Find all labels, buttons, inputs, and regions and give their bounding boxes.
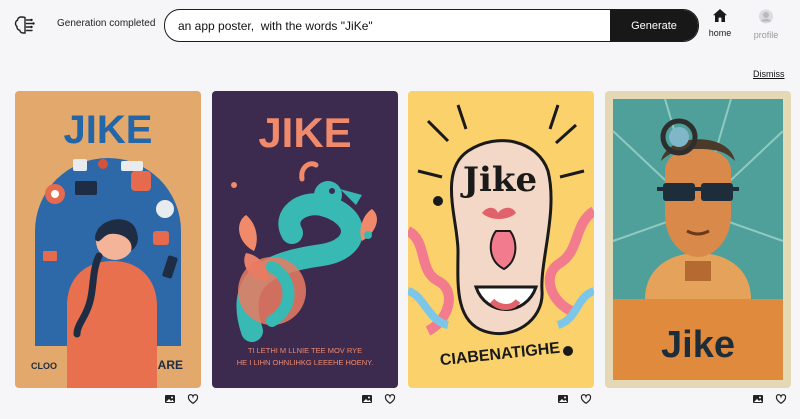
- card-3-actions: [550, 392, 592, 406]
- generated-image-1[interactable]: JIKE CLOO ARE: [15, 91, 201, 388]
- svg-text:JIKE: JIKE: [64, 108, 153, 152]
- nav-profile-label: profile: [753, 30, 779, 40]
- generation-status: Generation completed: [57, 18, 156, 29]
- generated-image-4[interactable]: Jike: [605, 91, 791, 388]
- heart-icon[interactable]: [187, 393, 199, 405]
- heart-icon[interactable]: [384, 393, 396, 405]
- poster-illustration-3: Jike CIABENATIGHE: [408, 91, 594, 388]
- home-icon: [713, 9, 727, 22]
- svg-text:Jike: Jike: [661, 324, 735, 366]
- avatar-icon: [759, 9, 773, 24]
- nav-profile[interactable]: profile: [746, 9, 786, 40]
- image-icon[interactable]: [361, 393, 373, 405]
- image-icon[interactable]: [752, 393, 764, 405]
- svg-text:JIKE: JIKE: [258, 109, 351, 156]
- svg-text:HE I LIHN OHNLIHKG LEEEHE HOEN: HE I LIHN OHNLIHKG LEEEHE HOENY.: [237, 358, 374, 367]
- generate-button[interactable]: Generate: [610, 10, 698, 41]
- brain-logo-icon[interactable]: [14, 13, 38, 37]
- image-icon[interactable]: [557, 393, 569, 405]
- svg-text:CLOO: CLOO: [31, 361, 57, 371]
- poster-illustration-2: JIKE TI LETHI M LLNIE TEE MOV RYE HE I L…: [212, 91, 398, 388]
- heart-icon[interactable]: [775, 393, 787, 405]
- heart-icon[interactable]: [580, 393, 592, 405]
- svg-text:TI LETHI M LLNIE TEE MOV RYE: TI LETHI M LLNIE TEE MOV RYE: [248, 346, 362, 355]
- top-bar: Generation completed Generate home profi…: [0, 0, 800, 52]
- generated-image-2[interactable]: JIKE TI LETHI M LLNIE TEE MOV RYE HE I L…: [212, 91, 398, 388]
- prompt-bar: Generate: [164, 9, 699, 42]
- prompt-input[interactable]: [165, 10, 595, 41]
- poster-illustration-4: Jike: [605, 91, 791, 388]
- image-icon[interactable]: [164, 393, 176, 405]
- generated-image-3[interactable]: Jike CIABENATIGHE: [408, 91, 594, 388]
- nav-home[interactable]: home: [700, 9, 740, 38]
- card-4-actions: [745, 392, 787, 406]
- card-2-actions: [354, 392, 396, 406]
- dismiss-link[interactable]: Dismiss: [753, 69, 785, 79]
- nav-home-label: home: [708, 28, 732, 38]
- svg-text:ARE: ARE: [158, 358, 183, 372]
- card-1-actions: [157, 392, 199, 406]
- poster-illustration-1: JIKE CLOO ARE: [15, 91, 201, 388]
- svg-text:Jike: Jike: [460, 160, 537, 200]
